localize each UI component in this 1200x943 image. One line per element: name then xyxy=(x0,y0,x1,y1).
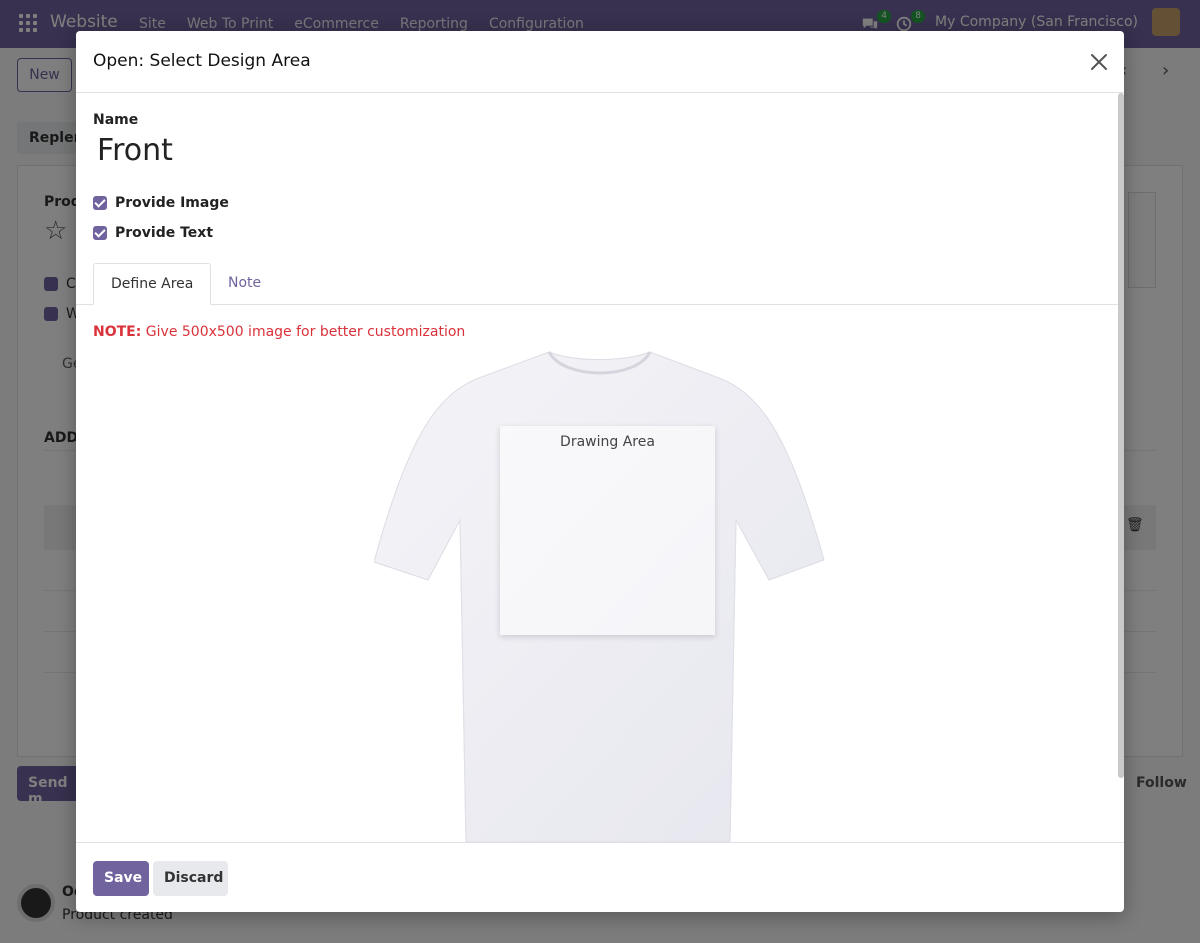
drawing-area-label: Drawing Area xyxy=(560,434,655,450)
note-message: NOTE: Give 500x500 image for better cust… xyxy=(93,324,465,340)
select-design-area-dialog: Open: Select Design Area Name Front Prov… xyxy=(76,31,1124,912)
note-text: Give 500x500 image for better customizat… xyxy=(141,324,466,340)
provide-text-option: Provide Text xyxy=(93,225,213,241)
tab-note[interactable]: Note xyxy=(211,263,278,305)
name-field-label: Name xyxy=(93,112,139,128)
note-prefix: NOTE: xyxy=(93,324,142,340)
provide-text-checkbox[interactable] xyxy=(93,226,107,240)
dialog-footer: Save Discard xyxy=(76,842,1124,912)
dialog-scrollbar[interactable] xyxy=(1118,93,1124,778)
provide-image-option: Provide Image xyxy=(93,195,229,211)
name-field[interactable]: Front xyxy=(97,133,173,168)
dialog-title: Open: Select Design Area xyxy=(93,51,311,71)
drawing-area[interactable]: Drawing Area xyxy=(500,426,715,635)
dialog-header: Open: Select Design Area xyxy=(76,31,1124,93)
provide-image-label: Provide Image xyxy=(115,195,229,211)
close-icon[interactable] xyxy=(1088,51,1110,73)
discard-button[interactable]: Discard xyxy=(153,861,228,896)
provide-image-checkbox[interactable] xyxy=(93,196,107,210)
dialog-tabs: Define Area Note xyxy=(76,263,1124,305)
provide-text-label: Provide Text xyxy=(115,225,214,241)
dialog-body: Name Front Provide Image Provide Text De… xyxy=(76,93,1124,842)
save-button[interactable]: Save xyxy=(93,861,149,896)
tab-define-area[interactable]: Define Area xyxy=(93,263,212,305)
